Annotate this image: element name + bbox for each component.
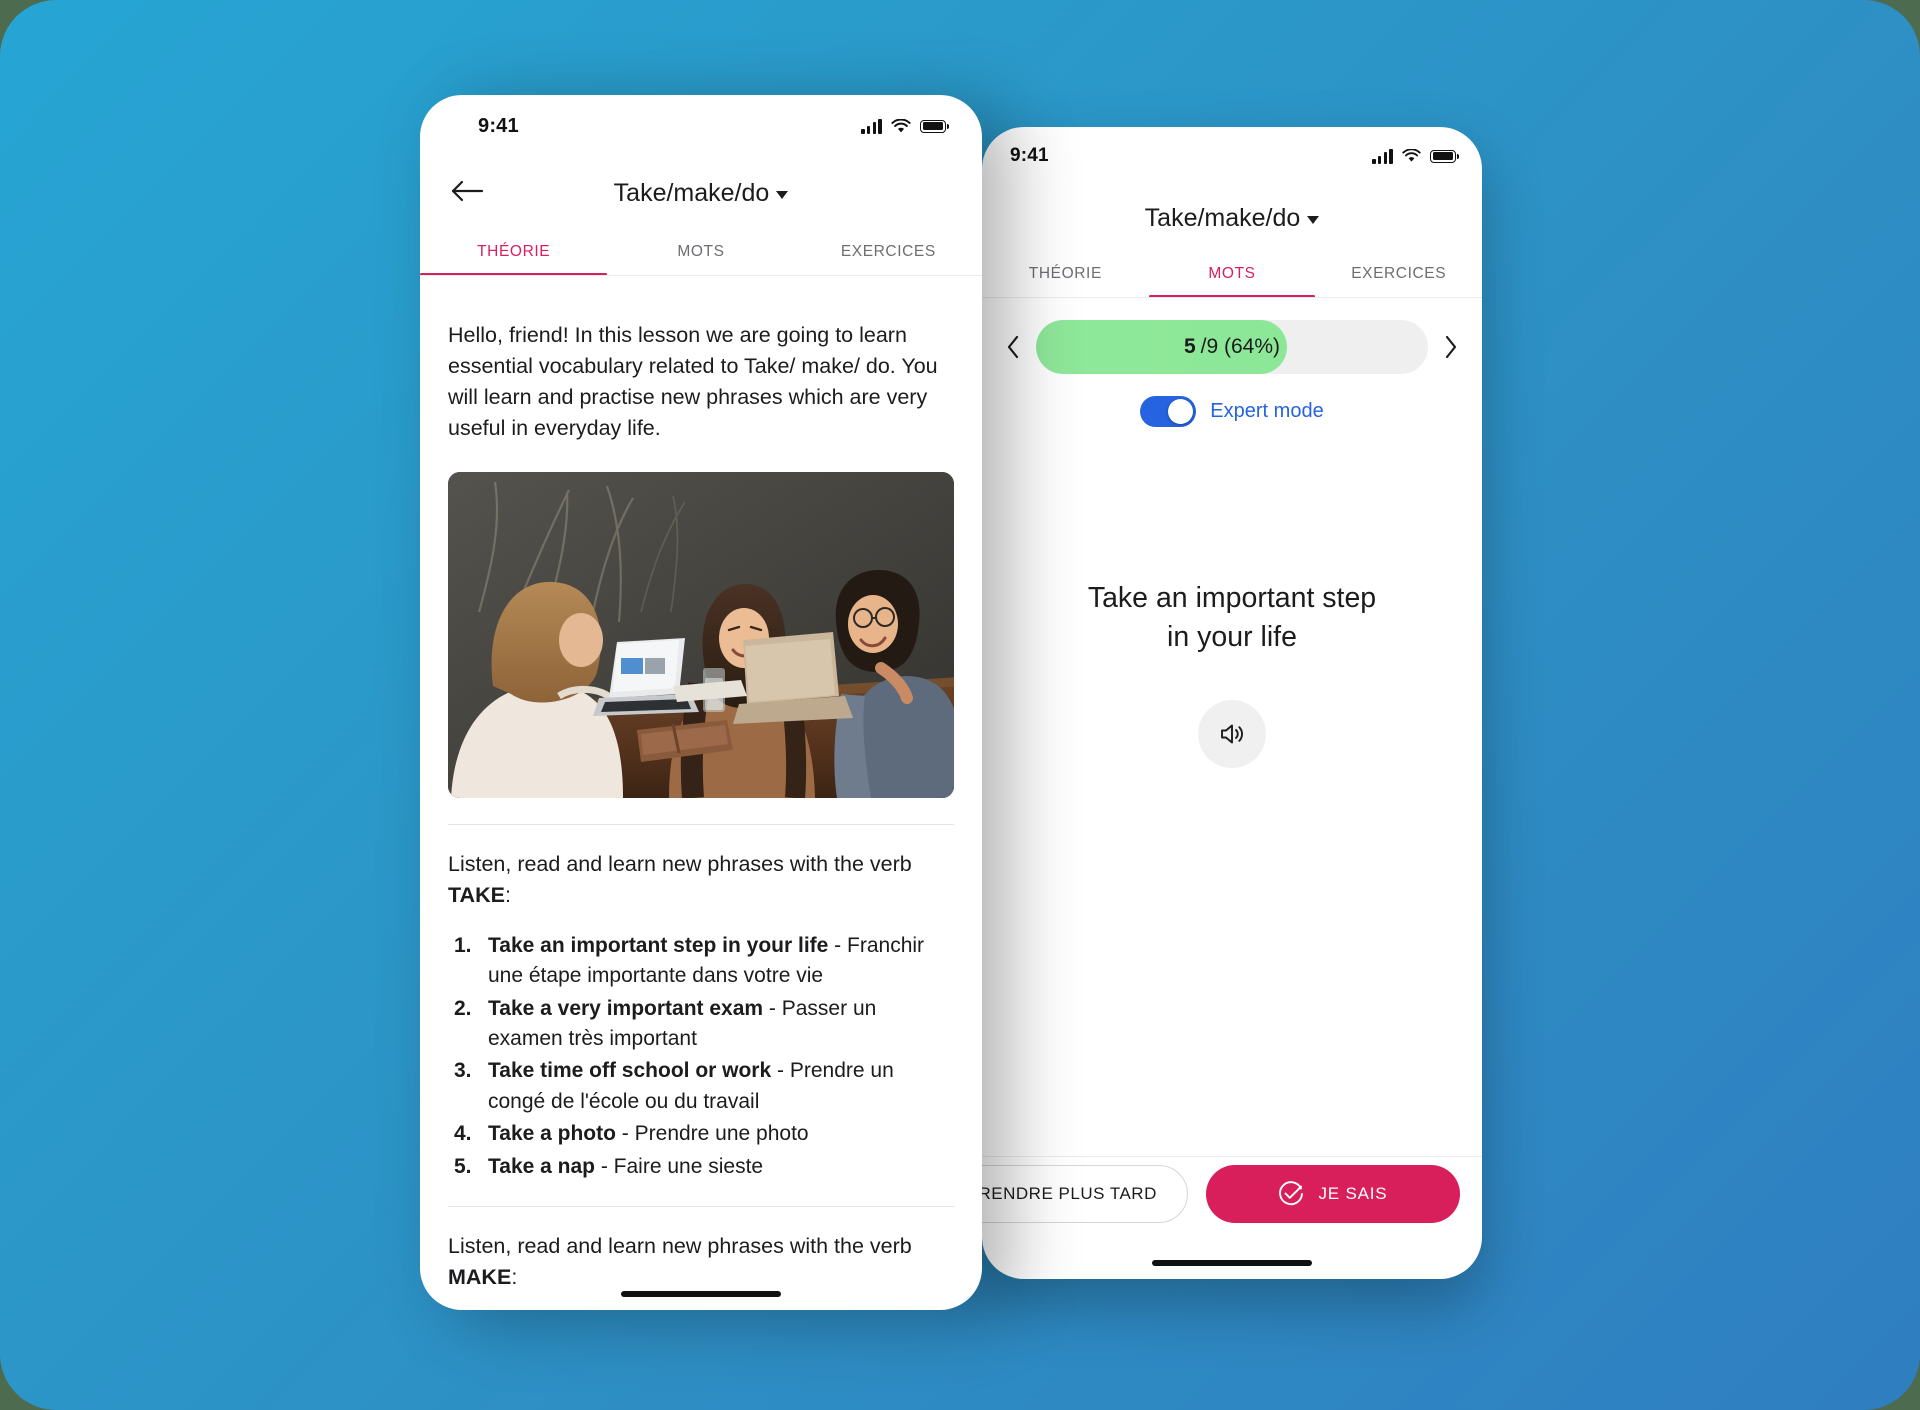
- take-phrase-list: 1. Take an important step in your life - …: [448, 931, 954, 1183]
- speaker-button[interactable]: [1198, 699, 1266, 768]
- battery-icon: [920, 119, 950, 133]
- item-number: 2.: [454, 996, 472, 1020]
- status-icons: [861, 118, 950, 134]
- tab-active-underline-left: [420, 272, 608, 276]
- nav-bar-right: Take/make/do: [982, 185, 1482, 251]
- list-item: 1. Take an important step in your life - …: [448, 931, 954, 992]
- lesson-title-text: Take/make/do: [1144, 203, 1301, 232]
- home-indicator-left: [621, 1291, 781, 1297]
- speaker-icon: [1221, 724, 1243, 744]
- status-icons: [1372, 148, 1460, 164]
- tab-theorie-right[interactable]: THÉORIE: [982, 251, 1149, 298]
- tab-active-underline-right: [1148, 294, 1316, 298]
- speaker-wrap: [1002, 699, 1462, 768]
- progress-bar: 5 /9 (64%): [1036, 320, 1428, 374]
- chevron-left-icon[interactable]: [1002, 335, 1024, 359]
- je-sais-label: JE SAIS: [1318, 1184, 1388, 1203]
- status-bar-right: 9:41: [982, 127, 1482, 185]
- tab-bar-left: THÉORIE MOTS EXERCICES: [420, 229, 982, 276]
- learn-later-button[interactable]: APPRENDRE PLUS TARD: [982, 1165, 1188, 1223]
- bottom-separator: [982, 1156, 1482, 1157]
- phone-mock-right: 9:41 Take/make/do THÉORIE MOTS EXERCICES: [982, 127, 1482, 1279]
- item-fr: Faire une sieste: [613, 1154, 764, 1178]
- wifi-icon: [891, 118, 911, 132]
- wifi-icon: [1402, 149, 1421, 162]
- signal-bars-icon: [861, 118, 882, 134]
- nav-bar-left: Take/make/do: [420, 157, 982, 229]
- item-sep: -: [595, 1154, 614, 1178]
- background-canvas: 9:41 Take/make/do THÉORIE MOTS EXERCICES: [0, 0, 1920, 1410]
- item-number: 3.: [454, 1059, 472, 1083]
- list-item: 2. Take a very important exam - Passer un…: [448, 994, 954, 1055]
- take-section-heading: Listen, read and learn new phrases with …: [448, 849, 954, 911]
- list-item: 4. Take a photo - Prendre une photo: [448, 1119, 954, 1149]
- lesson-title-right[interactable]: Take/make/do: [982, 204, 1482, 233]
- lesson-title-left[interactable]: Take/make/do: [420, 179, 982, 208]
- lesson-intro-text: Hello, friend! In this lesson we are goi…: [448, 323, 938, 440]
- take-heading-prefix: Listen, read and learn new phrases with …: [448, 851, 912, 876]
- progress-row: 5 /9 (64%): [1002, 320, 1462, 374]
- item-en: Take a photo: [488, 1122, 616, 1146]
- tab-exercices-left[interactable]: EXERCICES: [795, 229, 982, 276]
- lesson-title-text: Take/make/do: [613, 178, 770, 207]
- flashcard-phrase-line2: in your life: [1167, 621, 1297, 654]
- item-number: 1.: [454, 933, 472, 957]
- action-bar: APPRENDRE PLUS TARD JE SAIS: [982, 1165, 1482, 1223]
- expert-mode-toggle[interactable]: [1140, 396, 1197, 427]
- status-bar-left: 9:41: [420, 95, 982, 157]
- chevron-down-icon: [1307, 215, 1320, 224]
- chevron-right-icon[interactable]: [1440, 335, 1462, 359]
- phone-mock-left: 9:41 Take/make/do THÉORIE MOTS EXERCICES…: [420, 95, 982, 1310]
- item-en: Take an important step in your life: [488, 933, 829, 957]
- divider-2: [448, 1206, 954, 1208]
- progress-current: 5: [1183, 335, 1196, 358]
- item-en: Take a nap: [488, 1154, 595, 1178]
- tab-mots-left[interactable]: MOTS: [607, 229, 794, 276]
- expert-mode-label: Expert mode: [1210, 400, 1324, 422]
- divider-1: [448, 823, 954, 825]
- item-sep: -: [763, 996, 782, 1020]
- theorie-panel: Hello, friend! In this lesson we are goi…: [420, 320, 982, 1310]
- tab-mots-right[interactable]: MOTS: [1149, 251, 1316, 298]
- take-heading-verb: TAKE: [448, 882, 505, 907]
- item-number: 5.: [454, 1154, 472, 1178]
- list-item: 3. Take time off school or work - Prendre…: [448, 1056, 954, 1117]
- make-heading-suffix: :: [511, 1265, 518, 1290]
- home-indicator-right: [1152, 1260, 1312, 1266]
- list-item: 5. Take a nap - Faire une sieste: [448, 1152, 954, 1182]
- mots-panel: 5 /9 (64%) Expert mode Take an important…: [982, 320, 1482, 768]
- chevron-down-icon: [776, 190, 789, 199]
- item-en: Take a very important exam: [488, 996, 764, 1020]
- progress-total: /9 (64%): [1200, 335, 1281, 358]
- tab-theorie-left[interactable]: THÉORIE: [420, 229, 607, 276]
- signal-bars-icon: [1372, 148, 1393, 164]
- make-section-heading: Listen, read and learn new phrases with …: [448, 1231, 954, 1293]
- check-circle-icon: [1279, 1181, 1304, 1206]
- battery-icon: [1430, 149, 1460, 163]
- item-number: 4.: [454, 1122, 472, 1146]
- flashcard-phrase: Take an important step in your life: [1002, 579, 1462, 658]
- take-heading-suffix: :: [504, 882, 511, 907]
- progress-label: 5 /9 (64%): [1036, 320, 1428, 374]
- status-time: 9:41: [478, 114, 519, 137]
- three-people-laptops-table-photo: [448, 471, 954, 798]
- item-en: Take time off school or work: [488, 1059, 772, 1083]
- make-heading-prefix: Listen, read and learn new phrases with …: [448, 1234, 912, 1259]
- je-sais-button[interactable]: JE SAIS: [1205, 1165, 1460, 1223]
- item-sep: -: [828, 933, 848, 957]
- tab-bar-right: THÉORIE MOTS EXERCICES: [982, 251, 1482, 298]
- expert-mode-row[interactable]: Expert mode: [1002, 396, 1462, 427]
- lesson-photo: [448, 471, 954, 798]
- item-fr: Prendre une photo: [634, 1122, 809, 1146]
- item-sep: -: [615, 1122, 635, 1146]
- flashcard-phrase-line1: Take an important step: [1087, 582, 1377, 614]
- make-heading-verb: MAKE: [448, 1265, 512, 1290]
- item-sep: -: [771, 1059, 790, 1083]
- status-time: 9:41: [1010, 145, 1049, 166]
- tab-exercices-right[interactable]: EXERCICES: [1315, 251, 1482, 298]
- toggle-knob: [1168, 399, 1194, 424]
